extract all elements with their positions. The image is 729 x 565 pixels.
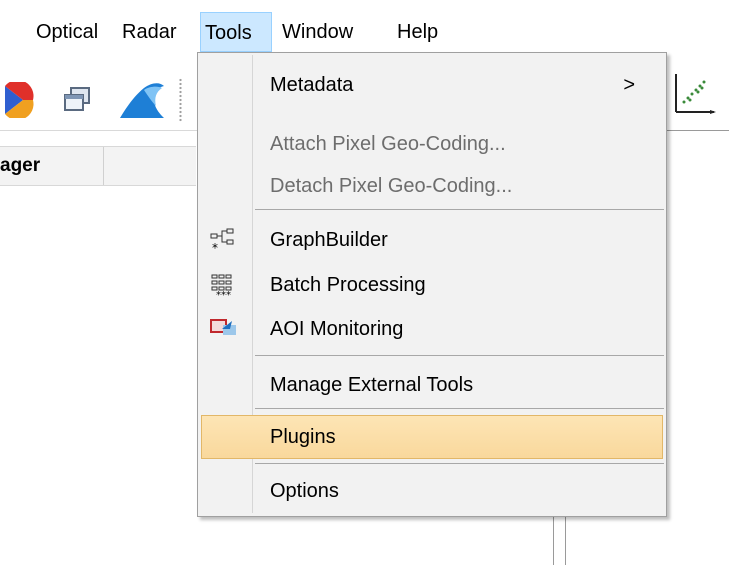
menu-item-label: AOI Monitoring <box>270 318 404 340</box>
menu-item-options[interactable]: Options <box>201 469 663 513</box>
menu-item-label: Attach Pixel Geo-Coding... <box>270 133 506 155</box>
menu-tools[interactable]: Tools <box>200 12 272 52</box>
menu-separator <box>255 463 664 464</box>
scatter-plot-icon[interactable] <box>670 72 720 121</box>
menu-item-detach-pixel-geocoding[interactable]: Detach Pixel Geo-Coding... <box>201 164 663 208</box>
menu-item-label: Batch Processing <box>270 274 426 296</box>
menu-item-label: Metadata <box>270 74 354 96</box>
menu-window[interactable]: Window <box>282 12 353 52</box>
panel-table-header: ager <box>0 146 196 186</box>
menu-separator <box>255 408 664 409</box>
aoi-monitoring-icon <box>210 317 236 341</box>
menu-separator <box>255 355 664 356</box>
menu-item-manage-external-tools[interactable]: Manage External Tools <box>201 363 663 407</box>
wave-icon[interactable] <box>118 78 168 127</box>
submenu-arrow-icon: > <box>623 74 635 96</box>
panel-border <box>660 130 729 131</box>
menu-help[interactable]: Help <box>397 12 438 52</box>
menu-item-label: Detach Pixel Geo-Coding... <box>270 175 513 197</box>
panel-header-label[interactable]: ager <box>0 147 40 185</box>
toolbar-separator <box>179 78 182 122</box>
batch-processing-icon: *** <box>210 273 236 301</box>
menu-radar[interactable]: Radar <box>122 12 176 52</box>
menu-item-aoi-monitoring[interactable]: AOI Monitoring <box>201 307 663 351</box>
tools-dropdown-menu: Metadata > Attach Pixel Geo-Coding... De… <box>197 52 667 517</box>
graph-builder-icon: * <box>210 228 236 255</box>
svg-text:***: *** <box>216 290 231 299</box>
menu-item-metadata[interactable]: Metadata > <box>201 63 663 107</box>
menu-item-batch-processing[interactable]: *** Batch Processing <box>201 263 663 307</box>
menu-item-plugins[interactable]: Plugins <box>201 415 663 459</box>
menu-item-label: GraphBuilder <box>270 229 388 251</box>
menu-item-graphbuilder[interactable]: * GraphBuilder <box>201 218 663 262</box>
windows-icon[interactable] <box>62 86 92 119</box>
svg-text:*: * <box>212 241 218 254</box>
menu-item-label: Manage External Tools <box>270 374 474 396</box>
menu-separator <box>255 209 664 210</box>
menu-item-label: Options <box>270 480 339 502</box>
colorwheel-icon[interactable] <box>5 79 37 123</box>
column-divider[interactable] <box>103 147 104 185</box>
menu-item-attach-pixel-geocoding[interactable]: Attach Pixel Geo-Coding... <box>201 122 663 166</box>
menu-bar: Optical Radar Tools Window Help <box>0 0 729 60</box>
menu-item-label: Plugins <box>270 426 336 448</box>
menu-optical[interactable]: Optical <box>36 12 98 52</box>
